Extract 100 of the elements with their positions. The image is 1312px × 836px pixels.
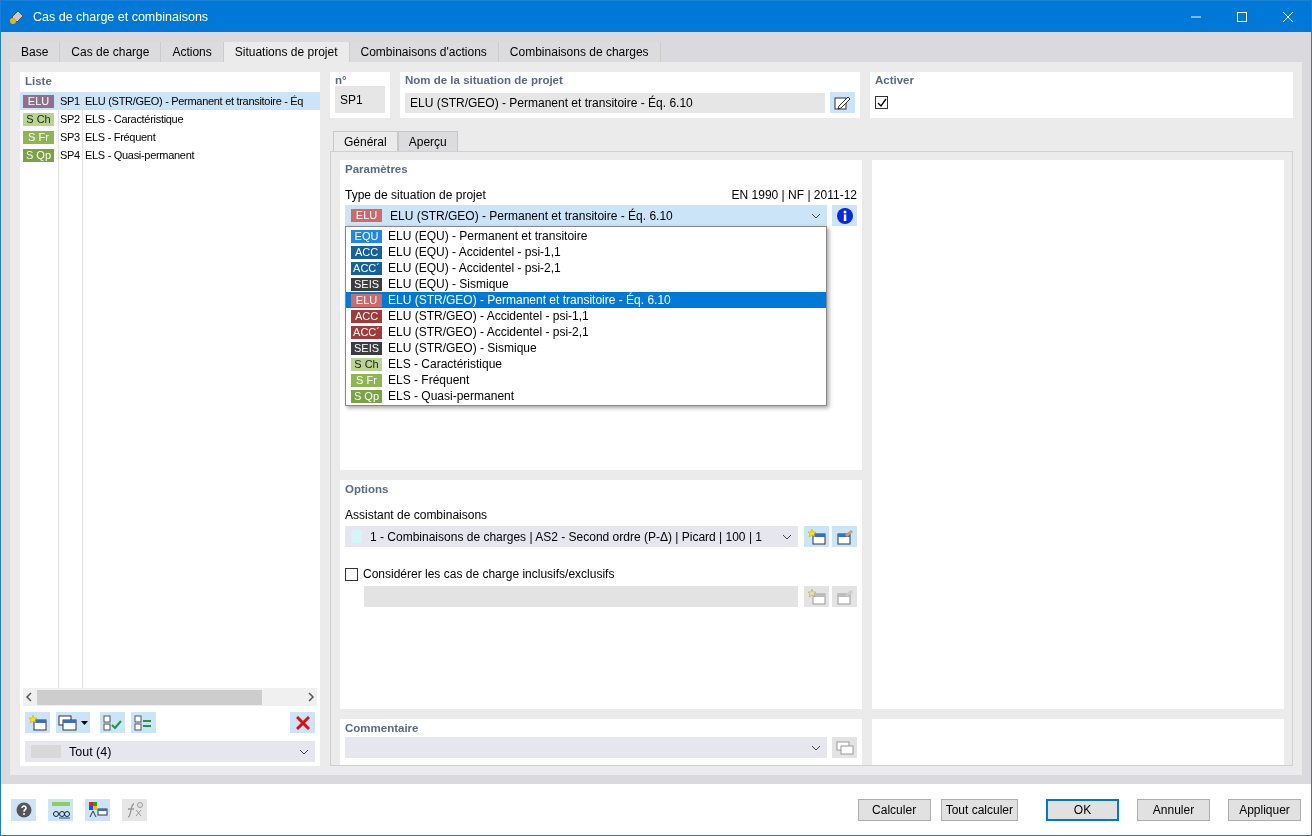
dropdown-option[interactable]: ACC ELU (EQU) - Accidentel - psi-1,1: [346, 244, 826, 260]
dialog-button[interactable]: Appliquer: [1228, 798, 1301, 821]
checkbox-label: Considérer les cas de charge inclusifs/exclusifs: [363, 567, 615, 581]
check-all-button[interactable]: [100, 712, 125, 733]
name-cell-text: ELU (STR/GEO) - Permanent et transitoire - Éq: [84, 95, 305, 107]
dialog-button[interactable]: Annuler: [1137, 798, 1210, 821]
display-settings-button[interactable]: [85, 798, 110, 821]
name-cell-text: ELS - Fréquent: [84, 131, 157, 143]
assistant-dropdown[interactable]: 1 - Combinaisons de charges | AS2 - Second ordre (P-Δ) | Picard | 100 | 1: [345, 526, 798, 547]
ruler-number-icon: [50, 800, 71, 819]
dialog-button[interactable]: Tout calculer: [940, 798, 1018, 821]
windows-icon: [835, 740, 854, 755]
section-title: Paramètres: [345, 163, 409, 175]
copy-window-icon: [58, 714, 78, 731]
edit-icon: [833, 94, 852, 111]
comment-field[interactable]: [345, 737, 827, 758]
tab[interactable]: Général: [333, 131, 398, 151]
id-cell-text: SP3: [59, 131, 81, 143]
situation-badge: SEIS: [351, 277, 382, 291]
chevron-down-icon: [811, 744, 821, 751]
dialog-button[interactable]: OK: [1046, 798, 1119, 821]
dropdown-option[interactable]: SEIS ELU (EQU) - Sismique: [346, 276, 826, 292]
formula-button[interactable]: [122, 798, 147, 821]
dialog-button[interactable]: Calculer: [857, 798, 931, 821]
section-title: Options: [345, 483, 390, 495]
new-window-icon: [807, 528, 826, 545]
dropdown-option[interactable]: ACC´ ELU (EQU) - Accidentel - psi-2,1: [346, 260, 826, 276]
horizontal-scrollbar[interactable]: [23, 688, 317, 706]
new-button[interactable]: [25, 712, 50, 733]
new-window-icon: [28, 714, 47, 731]
tab[interactable]: Situations de projet: [223, 42, 350, 62]
situation-badge: ACC´: [351, 261, 382, 275]
new-window-icon: [807, 588, 826, 605]
delete-button[interactable]: [290, 712, 315, 733]
dropdown-option[interactable]: S Qp ELS - Quasi-permanent: [346, 388, 826, 404]
dropdown-option[interactable]: ACC ELU (STR/GEO) - Accidentel - psi-1,1: [346, 308, 826, 324]
activate-checkbox[interactable]: [875, 96, 888, 109]
list-item[interactable]: S Ch SP2 ELS - Caractéristique: [20, 110, 320, 128]
info-icon: [836, 207, 853, 224]
name-cell-text: ELS - Caractéristique: [84, 113, 185, 125]
delete-icon: [295, 715, 310, 730]
id-cell-text: SP2: [59, 113, 81, 125]
new-button[interactable]: [804, 526, 829, 547]
chevron-down-icon: [811, 212, 821, 219]
window-title: Cas de charge et combinaisons: [33, 9, 210, 24]
situation-badge: ACC: [351, 245, 382, 259]
edit-button[interactable]: [830, 92, 855, 113]
field-label: n°: [335, 74, 348, 86]
list-header: Liste: [24, 74, 53, 89]
list-item[interactable]: ELU SP1 ELU (STR/GEO) - Permanent et transitoire - Éq: [20, 92, 320, 110]
list-item[interactable]: S Qp SP4 ELS - Quasi-permanent: [20, 146, 320, 164]
section-title: Commentaire: [345, 722, 420, 734]
id-cell-text: SP4: [59, 149, 81, 161]
caret-icon: [81, 720, 88, 725]
edit-window-icon: [835, 528, 854, 545]
app-icon: [9, 8, 25, 25]
edit-window-icon: [835, 588, 854, 605]
situation-badge: S Ch: [351, 357, 382, 371]
help-icon: [15, 801, 32, 818]
number-field[interactable]: SP1: [335, 86, 385, 113]
help-button[interactable]: [11, 798, 36, 821]
units-button[interactable]: [48, 798, 73, 821]
situation-badge: ACC´: [351, 325, 382, 339]
chevron-down-icon: [782, 533, 792, 540]
situation-badge: S Fr: [351, 373, 382, 387]
filter-dropdown[interactable]: Tout (4): [25, 741, 315, 762]
situation-badge: EQU: [351, 229, 382, 243]
dropdown-option[interactable]: S Ch ELS - Caractéristique: [346, 356, 826, 372]
situation-type-dropdown[interactable]: ELU ELU (STR/GEO) - Permanent et transitoire - Éq. 6.10: [345, 205, 827, 226]
maximize-icon: [1237, 11, 1247, 22]
copy-button[interactable]: [56, 712, 90, 733]
norm-label: EN 1990 | NF | 2011-12: [731, 188, 857, 202]
field-label: Nom de la situation de projet: [405, 74, 564, 86]
close-icon: [1283, 11, 1293, 22]
list-item[interactable]: S Fr SP3 ELS - Fréquent: [20, 128, 320, 146]
situation-badge: ELU: [23, 94, 54, 108]
tab[interactable]: Aperçu: [397, 131, 458, 151]
situation-badge: S Qp: [23, 148, 54, 162]
name-field[interactable]: ELU (STR/GEO) - Permanent et transitoire - Éq. 6.10: [405, 92, 825, 113]
dropdown-option[interactable]: S Fr ELS - Fréquent: [346, 372, 826, 388]
field-label: Assistant de combinaisons: [345, 508, 488, 522]
color-grid-window-icon: [87, 800, 108, 819]
field-label: Activer: [875, 74, 915, 86]
consider-checkbox[interactable]: [345, 567, 358, 581]
checkbox-tick-icon: [102, 714, 123, 731]
dropdown-option[interactable]: SEIS ELU (STR/GEO) - Sismique: [346, 340, 826, 356]
name-cell-text: ELS - Quasi-permanent: [84, 149, 196, 161]
situation-badge: S Qp: [351, 389, 382, 403]
situation-badge: S Fr: [23, 130, 54, 144]
situation-badge: ACC: [351, 309, 382, 323]
dropdown-option[interactable]: ACC´ ELU (STR/GEO) - Accidentel - psi-2,1: [346, 324, 826, 340]
scroll-right-icon: [305, 691, 317, 703]
situation-badge: ELU: [351, 293, 382, 307]
scroll-left-icon: [23, 691, 35, 703]
info-button[interactable]: [832, 205, 857, 226]
dropdown-option[interactable]: EQU ELU (EQU) - Permanent et transitoire: [346, 228, 826, 244]
checkbox-swap-icon: [133, 714, 154, 731]
id-cell-text: SP1: [59, 95, 81, 107]
invert-selection-button[interactable]: [131, 712, 156, 733]
dropdown-option[interactable]: ELU ELU (STR/GEO) - Permanent et transitoire - Éq. 6.10: [346, 292, 826, 308]
